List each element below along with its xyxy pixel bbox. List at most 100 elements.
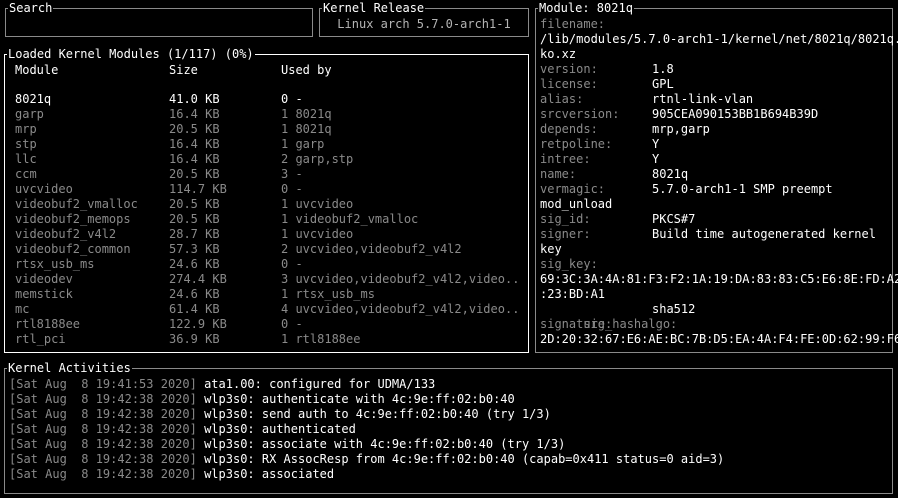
info-key-sig-key: sig_key: bbox=[540, 257, 598, 271]
log-timestamp: [Sat Aug 8 19:42:38 2020] bbox=[9, 407, 197, 421]
table-row[interactable]: uvcvideo 114.7 KB 0 - bbox=[15, 182, 524, 197]
table-row[interactable]: rtl_pci 36.9 KB 1 rtl8188ee bbox=[15, 332, 524, 347]
info-value: Y bbox=[652, 152, 660, 166]
info-value: Build time autogenerated kernel bbox=[652, 227, 876, 241]
module-info-panel[interactable]: Module: 8021q filename: /lib/modules/5.7… bbox=[535, 0, 898, 353]
module-used-by-cell: 1 garp bbox=[281, 137, 325, 151]
table-row[interactable]: garp 16.4 KB 1 8021q bbox=[15, 107, 524, 122]
table-row[interactable]: videobuf2_common 57.3 KB 2 uvcvideo,videob… bbox=[15, 242, 524, 257]
info-row: vermagic: 5.7.0-arch1-1 SMP preempt bbox=[540, 182, 890, 197]
info-value: PKCS#7 bbox=[652, 212, 696, 226]
info-key: license: bbox=[540, 77, 598, 91]
info-key: vermagic: bbox=[540, 182, 606, 196]
info-key: intree: bbox=[540, 152, 591, 166]
column-header-module[interactable]: Module bbox=[15, 62, 58, 78]
module-name-cell: videodev bbox=[15, 272, 73, 286]
info-row: depends: mrp,garp bbox=[540, 122, 890, 137]
module-size-cell: 57.3 KB bbox=[169, 242, 220, 256]
module-info-body: filename: /lib/modules/5.7.0-arch1-1/ker… bbox=[540, 17, 898, 347]
info-value: 8021q bbox=[652, 167, 689, 181]
log-timestamp: [Sat Aug 8 19:42:38 2020] bbox=[9, 452, 197, 466]
module-used-by-cell: 2 garp,stp bbox=[281, 152, 354, 166]
table-row[interactable]: llc 16.4 KB 2 garp,stp bbox=[15, 152, 524, 167]
table-row[interactable]: mrp 20.5 KB 1 8021q bbox=[15, 122, 524, 137]
info-vermagic-cont: mod_unload bbox=[540, 197, 613, 211]
info-row: srcversion: 905CEA090153BB1B694B39D bbox=[540, 107, 890, 122]
info-signer-cont: key bbox=[540, 242, 562, 256]
module-used-by-cell: 0 - bbox=[281, 257, 303, 271]
module-used-by-cell: 1 8021q bbox=[281, 122, 332, 136]
module-size-cell: 24.6 KB bbox=[169, 287, 220, 301]
search-panel[interactable]: Search bbox=[5, 0, 313, 37]
module-size-cell: 20.5 KB bbox=[169, 167, 220, 181]
module-name-cell: videobuf2_v4l2 bbox=[15, 227, 117, 241]
info-key: name: bbox=[540, 167, 577, 181]
module-name-cell: llc bbox=[15, 152, 37, 166]
log-entry: [Sat Aug 8 19:42:38 2020] wlp3s0: associ… bbox=[9, 467, 888, 482]
module-size-cell: 20.5 KB bbox=[169, 197, 220, 211]
table-row[interactable]: ccm 20.5 KB 3 - bbox=[15, 167, 524, 182]
log-message: ata1.00: configured for UDMA/133 bbox=[204, 377, 436, 391]
module-size-cell: 20.5 KB bbox=[169, 212, 220, 226]
module-used-by-cell: 3 uvcvideo,videobuf2_v4l2,video... bbox=[281, 272, 521, 286]
table-row[interactable]: videobuf2_v4l2 28.7 KB 1 uvcvideo bbox=[15, 227, 524, 242]
table-row[interactable]: rtsx_usb_ms 24.6 KB 0 - bbox=[15, 257, 524, 272]
module-used-by-cell: 4 uvcvideo,videobuf2_v4l2,video... bbox=[281, 302, 521, 316]
table-row[interactable]: videobuf2_memops 20.5 KB 1 videobuf2_vmall… bbox=[15, 212, 524, 227]
module-used-by-cell: 1 rtsx_usb_ms bbox=[281, 287, 375, 301]
module-name-cell: memstick bbox=[15, 287, 73, 301]
module-name-cell: stp bbox=[15, 137, 37, 151]
modules-panel[interactable]: Loaded Kernel Modules (1/117) (0%) Modul… bbox=[4, 46, 529, 353]
info-row: intree: Y bbox=[540, 152, 890, 167]
module-size-cell: 274.4 KB bbox=[169, 272, 227, 286]
table-row[interactable]: 8021q 41.0 KB 0 - bbox=[15, 92, 524, 107]
modules-title: Loaded Kernel Modules (1/117) (0%) bbox=[7, 46, 255, 62]
search-title: Search bbox=[8, 0, 54, 16]
module-info-title: Module: 8021q bbox=[538, 0, 634, 16]
info-key: alias: bbox=[540, 92, 584, 106]
module-name-cell: ccm bbox=[15, 167, 37, 181]
kernel-activities-panel[interactable]: Kernel Activities [Sat Aug 8 19:41:53 20… bbox=[4, 360, 893, 494]
module-name-cell: videobuf2_memops bbox=[15, 212, 131, 226]
log-timestamp: [Sat Aug 8 19:42:38 2020] bbox=[9, 422, 197, 436]
info-value: 1.8 bbox=[652, 62, 674, 76]
module-used-by-cell: 2 uvcvideo,videobuf2_v4l2 bbox=[281, 242, 462, 256]
search-input[interactable] bbox=[10, 15, 306, 31]
table-row[interactable]: mc 61.4 KB 4 uvcvideo,videobuf2_v4l2,video… bbox=[15, 302, 524, 317]
kernel-release-title: Kernel Release bbox=[322, 0, 426, 16]
table-row[interactable]: rtl8188ee 122.9 KB 0 - bbox=[15, 317, 524, 332]
log-entry: [Sat Aug 8 19:42:38 2020] wlp3s0: send a… bbox=[9, 407, 888, 422]
info-row: version: 1.8 bbox=[540, 62, 890, 77]
info-row: alias: rtnl-link-vlan bbox=[540, 92, 890, 107]
column-header-size[interactable]: Size bbox=[169, 62, 198, 78]
module-size-cell: 114.7 KB bbox=[169, 182, 227, 196]
info-filename-line-2: ko.xz bbox=[540, 47, 577, 61]
info-filename-line-1: /lib/modules/5.7.0-arch1-1/kernel/net/80… bbox=[540, 32, 898, 46]
info-row: retpoline: Y bbox=[540, 137, 890, 152]
module-used-by-cell: 1 rtl8188ee bbox=[281, 332, 361, 346]
column-header-used-by[interactable]: Used by bbox=[281, 62, 332, 78]
module-size-cell: 36.9 KB bbox=[169, 332, 220, 346]
module-size-cell: 16.4 KB bbox=[169, 137, 220, 151]
info-key-filename: filename: bbox=[540, 17, 606, 31]
table-row[interactable]: videodev 274.4 KB 3 uvcvideo,videobuf2_v4l… bbox=[15, 272, 524, 287]
log-timestamp: [Sat Aug 8 19:42:38 2020] bbox=[9, 437, 197, 451]
kernel-release-value: Linux arch 5.7.0-arch1-1 bbox=[337, 17, 511, 31]
info-value: 5.7.0-arch1-1 SMP preempt bbox=[652, 182, 833, 196]
table-row[interactable]: videobuf2_vmalloc 20.5 KB 1 uvcvideo bbox=[15, 197, 524, 212]
log-timestamp: [Sat Aug 8 19:42:38 2020] bbox=[9, 467, 197, 481]
table-row[interactable]: memstick 24.6 KB 1 rtsx_usb_ms bbox=[15, 287, 524, 302]
info-key-signature: signature: bbox=[540, 317, 613, 331]
modules-list[interactable]: 8021q 41.0 KB 0 - garp 16.4 KB 1 8021q mrp 20.5… bbox=[15, 92, 524, 347]
table-row[interactable]: stp 16.4 KB 1 garp bbox=[15, 137, 524, 152]
info-signature-line-1: 2D:20:32:67:E6:AE:BC:7B:D5:EA:4A:F4:FE:0… bbox=[540, 332, 898, 346]
module-used-by-cell: 1 8021q bbox=[281, 107, 332, 121]
module-size-cell: 28.7 KB bbox=[169, 227, 220, 241]
modules-table-header: Module Size Used by bbox=[15, 62, 528, 78]
module-size-cell: 16.4 KB bbox=[169, 107, 220, 121]
module-size-cell: 41.0 KB bbox=[169, 92, 220, 106]
activity-log[interactable]: [Sat Aug 8 19:41:53 2020] ata1.00: confi… bbox=[9, 377, 888, 482]
info-value: 905CEA090153BB1B694B39D bbox=[652, 107, 819, 121]
module-size-cell: 122.9 KB bbox=[169, 317, 227, 331]
info-value: mrp,garp bbox=[652, 122, 710, 136]
